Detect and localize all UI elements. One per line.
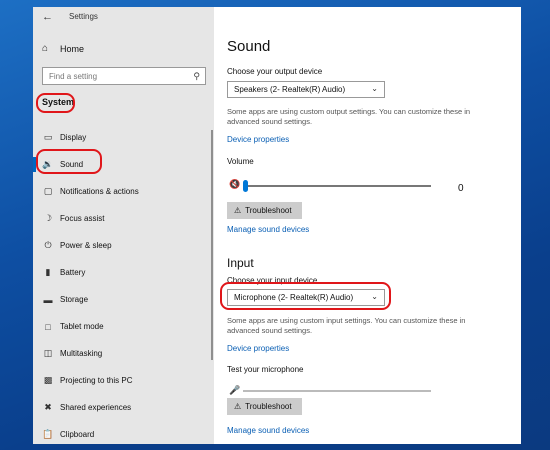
- projecting-icon: ▩: [43, 375, 53, 385]
- sidebar-item-projecting[interactable]: ▩ Projecting to this PC: [33, 367, 214, 394]
- sidebar-item-label: Shared experiences: [60, 403, 132, 412]
- volume-slider-thumb[interactable]: [243, 180, 248, 192]
- output-device-label: Choose your output device: [227, 67, 323, 76]
- output-device-value: Speakers (2- Realtek(R) Audio): [234, 85, 346, 94]
- main-pane: Sound Choose your output device Speakers…: [227, 7, 521, 444]
- search-input[interactable]: Find a setting: [49, 72, 97, 81]
- sidebar-item-label: Clipboard: [60, 430, 95, 439]
- troubleshoot-label: Troubleshoot: [245, 402, 292, 411]
- output-device-select[interactable]: Speakers (2- Realtek(R) Audio) ⌄: [227, 81, 385, 98]
- warning-icon: ⚠: [234, 402, 242, 411]
- chevron-down-icon: ⌄: [371, 84, 378, 93]
- multitasking-icon: ◫: [43, 348, 53, 358]
- sidebar-item-clipboard[interactable]: 📋 Clipboard: [33, 421, 214, 444]
- microphone-level-bar: [243, 390, 431, 392]
- sidebar-item-label: Projecting to this PC: [60, 376, 133, 385]
- clipboard-icon: 📋: [42, 429, 54, 439]
- sidebar-item-label: Storage: [60, 295, 89, 304]
- sidebar-item-label: Power & sleep: [60, 241, 112, 250]
- sidebar-item-notifications[interactable]: ▢ Notifications & actions: [33, 178, 214, 205]
- sidebar-item-storage[interactable]: ▬ Storage: [33, 286, 214, 313]
- sidebar: ← Settings ⌂ Home Find a setting ⚲ Syste…: [33, 7, 214, 444]
- sidebar-item-power-sleep[interactable]: ⏻ Power & sleep: [33, 232, 214, 259]
- sidebar-item-label: Display: [60, 133, 87, 142]
- home-label: Home: [60, 43, 85, 54]
- battery-icon: ▮: [45, 267, 51, 277]
- sidebar-item-label: Battery: [60, 268, 86, 277]
- test-microphone-label: Test your microphone: [227, 365, 304, 374]
- sidebar-scrollbar[interactable]: [211, 130, 213, 360]
- highlight-sound: [36, 149, 102, 174]
- back-arrow-icon[interactable]: ←: [42, 11, 53, 23]
- sidebar-item-battery[interactable]: ▮ Battery: [33, 259, 214, 286]
- home-icon: ⌂: [42, 43, 49, 54]
- speaker-muted-icon[interactable]: 🔇: [229, 179, 240, 190]
- sidebar-item-label: Multitasking: [60, 349, 103, 358]
- moon-icon: ☽: [43, 213, 53, 223]
- output-manage-devices-link[interactable]: Manage sound devices: [227, 225, 309, 234]
- shared-icon: ✖: [44, 402, 52, 412]
- power-icon: ⏻: [44, 240, 52, 250]
- sidebar-item-label: Notifications & actions: [60, 187, 139, 196]
- window-title: Settings: [69, 12, 98, 21]
- tablet-icon: □: [45, 321, 51, 332]
- sidebar-item-focus-assist[interactable]: ☽ Focus assist: [33, 205, 214, 232]
- page-title: Sound: [227, 38, 271, 55]
- display-icon: ▭: [43, 132, 53, 142]
- input-manage-devices-link[interactable]: Manage sound devices: [227, 426, 309, 435]
- output-troubleshoot-button[interactable]: ⚠ Troubleshoot: [227, 202, 302, 219]
- volume-label: Volume: [227, 157, 254, 166]
- warning-icon: ⚠: [234, 206, 242, 215]
- sidebar-item-shared-experiences[interactable]: ✖ Shared experiences: [33, 394, 214, 421]
- sidebar-item-display[interactable]: ▭ Display: [33, 124, 214, 151]
- volume-slider-track[interactable]: [243, 185, 431, 187]
- output-note: Some apps are using custom output settin…: [227, 107, 471, 126]
- output-device-properties-link[interactable]: Device properties: [227, 135, 289, 144]
- microphone-icon: 🎤: [229, 385, 241, 395]
- sidebar-item-label: Tablet mode: [60, 322, 104, 331]
- highlight-input-device: [220, 282, 391, 310]
- search-field[interactable]: Find a setting ⚲: [42, 67, 206, 85]
- sidebar-item-label: Focus assist: [60, 214, 105, 223]
- sidebar-item-multitasking[interactable]: ◫ Multitasking: [33, 340, 214, 367]
- troubleshoot-label: Troubleshoot: [245, 206, 292, 215]
- sidebar-item-tablet-mode[interactable]: □ Tablet mode: [33, 313, 214, 340]
- highlight-system: [36, 93, 75, 113]
- home-link[interactable]: ⌂ Home: [42, 43, 84, 54]
- input-heading: Input: [227, 256, 254, 270]
- settings-window: ← Settings ⌂ Home Find a setting ⚲ Syste…: [33, 7, 521, 444]
- notifications-icon: ▢: [43, 186, 53, 196]
- input-device-properties-link[interactable]: Device properties: [227, 344, 289, 353]
- search-icon: ⚲: [193, 71, 200, 81]
- title-bar: ← Settings: [33, 7, 214, 29]
- storage-icon: ▬: [43, 294, 53, 305]
- input-note: Some apps are using custom input setting…: [227, 316, 466, 335]
- volume-value: 0: [458, 183, 464, 194]
- input-troubleshoot-button[interactable]: ⚠ Troubleshoot: [227, 398, 302, 415]
